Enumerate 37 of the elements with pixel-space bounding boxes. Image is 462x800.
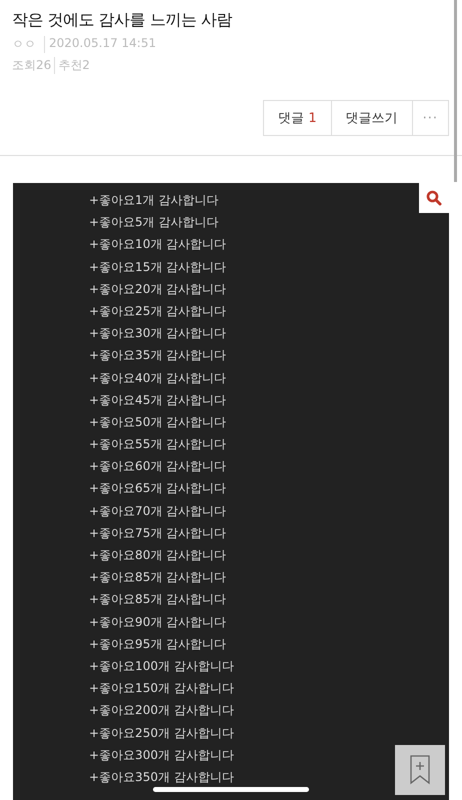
image-text-line: +좋아요15개 감사합니다: [89, 258, 226, 276]
image-text-line: +좋아요20개 감사합니다: [89, 280, 226, 298]
bookmark-button[interactable]: [395, 745, 445, 795]
image-text-line: +좋아요65개 감사합니다: [89, 480, 226, 498]
image-text-line: +좋아요100개 감사합니다: [89, 658, 234, 675]
image-text-line: +좋아요45개 감사합니다: [89, 392, 226, 409]
author-name: ㅇㅇ: [12, 36, 36, 53]
image-text-line: +좋아요30개 감사합니다: [89, 325, 226, 342]
image-text-line: +좋아요70개 감사합니다: [89, 502, 226, 520]
image-text-line: +좋아요1개 감사합니다: [89, 192, 219, 209]
like-count: 추천2: [54, 57, 90, 74]
image-text-line: +좋아요95개 감사합니다: [89, 636, 226, 653]
image-text-line: +좋아요200개 감사합니다: [89, 702, 234, 720]
image-text-line: +좋아요250개 감사합니다: [89, 724, 234, 742]
image-text-line: +좋아요40개 감사합니다: [89, 370, 226, 386]
image-text-line: +좋아요55개 감사합니다: [89, 436, 226, 454]
image-text-line: +좋아요60개 감사합니다: [89, 458, 226, 476]
view-count: 조회26: [12, 57, 52, 74]
image-text-line: +좋아요350개 감사합니다: [89, 768, 234, 786]
search-icon: [426, 190, 442, 206]
image-text-line: +좋아요35개 감사합니다: [89, 347, 226, 364]
image-text-line: +좋아요90개 감사합니다: [89, 614, 226, 631]
image-text-line: +좋아요5개 감사합니다: [89, 214, 219, 232]
image-text-line: +좋아요50개 감사합니다: [89, 414, 226, 431]
image-text-line: +좋아요80개 감사합니다: [89, 547, 226, 564]
image-text-line: +좋아요75개 감사합니다: [89, 524, 226, 542]
image-text-line: +좋아요85개 감사합니다: [89, 591, 226, 608]
image-text-line: +좋아요85개 감사합니다: [89, 569, 226, 586]
image-text-line: +좋아요150개 감사합니다: [89, 680, 234, 698]
comments-button[interactable]: 댓글 1: [263, 100, 332, 136]
post-title: 작은 것에도 감사를 느끼는 사람: [12, 10, 234, 31]
image-text-line: +좋아요300개 감사합니다: [89, 746, 234, 764]
image-text-line: +좋아요25개 감사합니다: [89, 302, 226, 320]
image-text-line: +좋아요10개 감사합니다: [89, 236, 226, 254]
write-comment-button[interactable]: 댓글쓰기: [330, 100, 413, 136]
bookmark-icon: [409, 755, 431, 785]
post-date: 2020.05.17 14:51: [44, 36, 156, 53]
